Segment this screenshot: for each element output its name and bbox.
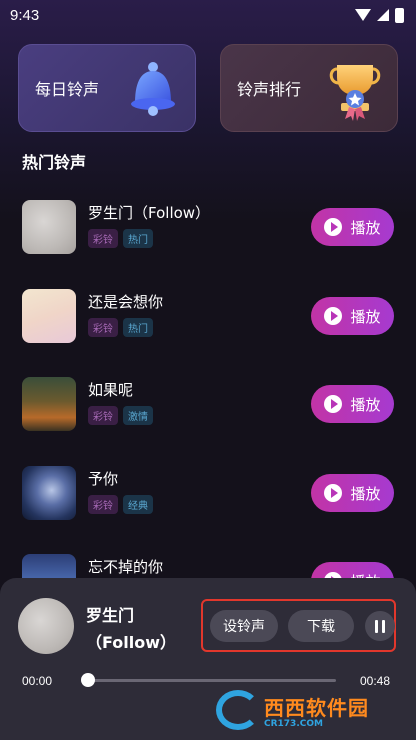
play-label: 播放 xyxy=(350,218,381,237)
play-button[interactable]: 播放 xyxy=(311,297,394,335)
status-time: 9:43 xyxy=(10,6,40,24)
song-row[interactable]: 还是会想你 彩铃 热门 播放 xyxy=(0,273,416,343)
song-tags: 彩铃 激情 xyxy=(88,406,153,425)
play-icon xyxy=(324,395,343,413)
pause-icon xyxy=(375,619,378,633)
progress-knob[interactable] xyxy=(81,673,95,687)
daily-ringtone-label: 每日铃声 xyxy=(35,80,100,99)
song-title: 予你 xyxy=(88,470,119,488)
tag: 彩铃 xyxy=(88,229,118,248)
song-tags: 彩铃 热门 xyxy=(88,318,153,337)
progress-track[interactable] xyxy=(84,679,336,682)
player-subtitle: （Follow） xyxy=(86,633,177,652)
play-label: 播放 xyxy=(350,484,381,503)
watermark-sub: CR173.COM xyxy=(264,718,323,729)
wifi-icon xyxy=(355,9,371,21)
tag: 经典 xyxy=(123,495,153,514)
watermark-main: 西西软件园 xyxy=(264,695,369,720)
play-icon xyxy=(324,218,343,236)
tag: 彩铃 xyxy=(88,318,118,337)
battery-icon xyxy=(395,7,404,23)
ringtone-ranking-label: 铃声排行 xyxy=(237,80,302,99)
play-button[interactable]: 播放 xyxy=(311,208,394,246)
song-row[interactable]: 予你 彩铃 经典 播放 xyxy=(0,450,416,520)
song-title: 罗生门（Follow） xyxy=(88,204,211,222)
signal-icon xyxy=(377,9,389,21)
song-title: 如果呢 xyxy=(88,381,134,399)
play-label: 播放 xyxy=(350,395,381,414)
set-ringtone-button[interactable]: 设铃声 xyxy=(210,610,278,642)
play-icon xyxy=(324,484,343,502)
tag: 热门 xyxy=(123,318,153,337)
song-title: 忘不掉的你 xyxy=(88,558,164,576)
watermark-logo: 西西软件园 CR173.COM xyxy=(216,688,396,732)
song-cover xyxy=(22,200,76,254)
ringtone-ranking-card[interactable]: 铃声排行 xyxy=(220,44,398,132)
song-row[interactable]: 如果呢 彩铃 激情 播放 xyxy=(0,361,416,431)
play-label: 播放 xyxy=(350,307,381,326)
song-cover xyxy=(22,466,76,520)
status-icons xyxy=(355,7,404,23)
player-title: 罗生门 xyxy=(86,606,135,625)
song-tags: 彩铃 热门 xyxy=(88,229,153,248)
watermark-c-icon xyxy=(216,690,260,730)
play-button[interactable]: 播放 xyxy=(311,474,394,512)
hot-ringtones-title: 热门铃声 xyxy=(22,153,87,172)
watermark-text: 西西软件园 CR173.COM xyxy=(264,692,369,729)
song-cover xyxy=(22,377,76,431)
song-tags: 彩铃 经典 xyxy=(88,495,153,514)
tag: 热门 xyxy=(123,229,153,248)
download-button[interactable]: 下载 xyxy=(288,610,354,642)
tag: 彩铃 xyxy=(88,495,118,514)
tag: 激情 xyxy=(123,406,153,425)
daily-ringtone-card[interactable]: 每日铃声 xyxy=(18,44,196,132)
status-bar: 9:43 xyxy=(0,0,416,30)
tag: 彩铃 xyxy=(88,406,118,425)
total-time: 00:48 xyxy=(360,674,391,688)
play-icon xyxy=(324,307,343,325)
play-button[interactable]: 播放 xyxy=(311,385,394,423)
bell-icon xyxy=(131,62,175,116)
song-title: 还是会想你 xyxy=(88,293,164,311)
current-time: 00:00 xyxy=(22,674,53,688)
pause-button[interactable] xyxy=(365,611,395,641)
trophy-icon xyxy=(329,65,381,121)
song-row[interactable]: 罗生门（Follow） 彩铃 热门 播放 xyxy=(0,184,416,254)
song-cover xyxy=(22,289,76,343)
pause-icon xyxy=(382,619,385,633)
player-cover xyxy=(18,598,74,654)
